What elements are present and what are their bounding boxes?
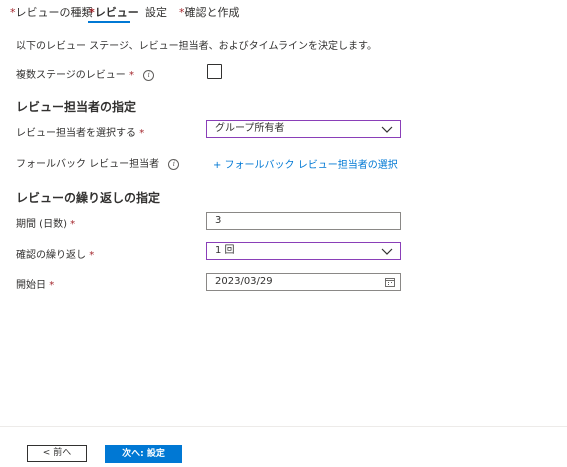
multi-stage-label: 複数ステージのレビュー * i	[16, 66, 155, 81]
start-date-picker[interactable]: 2023/03/29	[206, 273, 401, 291]
reviewer-select-dropdown[interactable]: グループ所有者	[206, 120, 401, 138]
start-date-value: 2023/03/29	[215, 276, 273, 287]
tab-settings-label: 設定	[145, 6, 167, 19]
tab-settings[interactable]: 設定	[145, 4, 167, 20]
recurrence-heading: レビューの繰り返しの指定	[16, 191, 161, 205]
info-icon[interactable]: i	[168, 158, 180, 170]
duration-input[interactable]: 3	[206, 212, 401, 230]
info-icon[interactable]: i	[143, 69, 155, 81]
tab-review-create[interactable]: *確認と作成	[179, 4, 240, 20]
next-settings-button[interactable]: 次へ: 設定	[105, 445, 182, 463]
tab-reviews-label: レビュー	[94, 6, 139, 19]
reviewer-select-label: レビュー担当者を選択する *	[16, 128, 145, 139]
tab-review-type[interactable]: *レビューの種類	[10, 4, 93, 20]
active-tab-indicator	[88, 21, 130, 23]
chevron-down-icon	[381, 126, 393, 133]
footer-divider	[0, 426, 567, 427]
chevron-down-icon	[381, 248, 393, 255]
wizard-tabs: *レビューの種類 *レビュー 設定 *確認と作成	[0, 0, 567, 24]
add-fallback-reviewer-link[interactable]: + フォールバック レビュー担当者の選択	[213, 156, 398, 171]
duration-label: 期間 (日数) *	[16, 219, 76, 230]
previous-button[interactable]: < 前へ	[27, 445, 87, 462]
reviewer-select-value: グループ所有者	[215, 123, 285, 134]
tab-review-create-label: 確認と作成	[184, 6, 240, 19]
recurrence-dropdown[interactable]: 1 回	[206, 242, 401, 260]
reviewers-heading: レビュー担当者の指定	[16, 100, 137, 114]
fallback-label: フォールバック レビュー担当者 i	[16, 155, 180, 170]
tab-review-type-label: レビューの種類	[15, 6, 93, 19]
recurrence-label: 確認の繰り返し *	[16, 250, 95, 261]
intro-text: 以下のレビュー ステージ、レビュー担当者、およびタイムラインを決定します。	[16, 41, 377, 52]
tab-reviews[interactable]: *レビュー	[89, 4, 139, 20]
multi-stage-checkbox[interactable]	[207, 64, 222, 79]
recurrence-value: 1 回	[215, 245, 235, 256]
duration-value: 3	[215, 215, 222, 226]
start-date-label: 開始日 *	[16, 280, 55, 291]
calendar-icon[interactable]	[385, 277, 395, 287]
